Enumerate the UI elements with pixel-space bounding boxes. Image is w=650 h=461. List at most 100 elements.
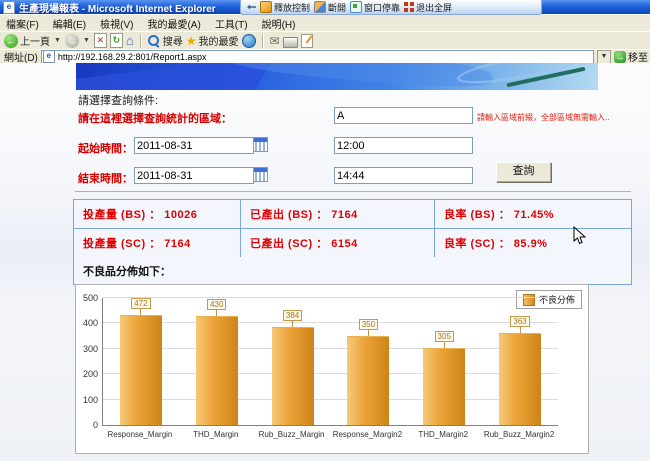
chart-plot: 472 430 384 350 305 363 xyxy=(102,297,558,426)
toolbar-separator xyxy=(261,33,264,48)
window-dock-icon xyxy=(350,1,363,13)
bar-group: 350 xyxy=(330,298,406,425)
menu-item[interactable]: 檔案(F) xyxy=(6,16,39,31)
banner-shape xyxy=(76,63,276,90)
query-button[interactable]: 查詢 xyxy=(496,162,551,182)
remote-toolbar: 釋放控制 斷開 窗口停靠 退出全屏 xyxy=(240,0,542,15)
start-date-input[interactable] xyxy=(134,137,254,154)
bar-value-label: 430 xyxy=(207,298,227,310)
go-button[interactable]: → 移至 xyxy=(614,49,650,64)
ie-page-icon: e xyxy=(3,0,15,14)
bar xyxy=(271,327,314,425)
region-hint: 請輸入區域前綴，全部區域無需輸入.. xyxy=(477,113,610,122)
home-icon[interactable]: ⌂ xyxy=(126,34,134,47)
bar-group: 363 xyxy=(482,298,558,425)
address-input[interactable]: e http://192.168.29.2:801/Report1.aspx xyxy=(40,49,594,64)
bar-group: 384 xyxy=(255,298,331,425)
go-label: 移至 xyxy=(628,53,648,64)
stats-cell: 已產出 (SC) ： 6154 xyxy=(241,229,435,257)
ie-toolbar: ← 上一頁 ▼ → ▼ ✕ ↻ ⌂ 搜尋 ★ 我的最愛 ✉ xyxy=(0,31,650,49)
back-button[interactable]: ← 上一頁 xyxy=(4,33,50,48)
bar-value-label: 350 xyxy=(358,319,379,331)
menu-bar: 檔案(F) 編輯(E) 檢視(V) 我的最愛(A) 工具(T) 說明(H) xyxy=(0,14,650,31)
defect-chart: 不良分佈 0 100 200 300 400 500 472 430 384 350 305 363… xyxy=(75,284,589,454)
exit-fullscreen-icon xyxy=(404,2,409,6)
stop-icon[interactable]: ✕ xyxy=(93,33,107,48)
stats-cell: 投產量 (BS) ： 10026 xyxy=(74,200,241,228)
bar xyxy=(347,336,390,425)
y-tick-label: 200 xyxy=(82,369,98,380)
menu-item[interactable]: 工具(T) xyxy=(215,16,248,31)
x-tick-label: THD_Margin2 xyxy=(418,430,469,439)
divider xyxy=(75,191,631,192)
edit-icon[interactable] xyxy=(300,33,313,48)
bar xyxy=(423,347,466,425)
favorites-star-icon: ★ xyxy=(185,33,197,48)
mail-icon[interactable]: ✉ xyxy=(270,35,280,47)
forward-dropdown-icon[interactable]: ▼ xyxy=(83,37,90,44)
bar xyxy=(195,315,238,425)
menu-item[interactable]: 我的最愛(A) xyxy=(147,16,200,31)
x-tick-label: Rub_Buzz_Margin2 xyxy=(483,430,555,439)
table-row: 投產量 (SC) ： 7164 已產出 (SC) ： 6154 良率 (SC) ： … xyxy=(74,229,631,257)
y-tick-label: 0 xyxy=(92,420,98,430)
refresh-icon[interactable]: ↻ xyxy=(109,33,123,48)
defect-distribution-header: 不良品分佈如下： xyxy=(83,266,171,278)
release-control-icon xyxy=(260,1,272,13)
back-dropdown-icon[interactable]: ▼ xyxy=(54,37,61,44)
y-tick-label: 100 xyxy=(82,394,98,405)
banner-image xyxy=(76,63,598,90)
stats-cell: 已產出 (BS) ： 7164 xyxy=(241,200,435,228)
favorites-label: 我的最愛 xyxy=(198,37,239,48)
search-icon xyxy=(147,35,159,46)
window-dock-label: 窗口停靠 xyxy=(364,2,401,13)
bar-group: 305 xyxy=(406,298,482,425)
bar-value-label: 305 xyxy=(434,330,454,342)
x-tick-label: Rub_Buzz_Margin xyxy=(258,430,325,439)
bar xyxy=(499,332,542,425)
start-time-label: 起始時間： xyxy=(78,143,133,155)
x-tick-label: Response_Margin xyxy=(107,430,173,439)
end-date-input[interactable] xyxy=(134,167,254,184)
back-icon: ← xyxy=(4,33,18,48)
stats-cell: 良率 (SC) ： 85.9% xyxy=(444,238,548,250)
y-tick-label: 500 xyxy=(82,293,98,303)
end-time-input[interactable] xyxy=(334,167,473,184)
back-label: 上一頁 xyxy=(20,37,50,48)
region-label: 請在這裡選擇查詢統計的區域： xyxy=(78,113,232,125)
mouse-cursor xyxy=(573,226,586,245)
page-content: 請選擇查詢條件: 請在這裡選擇查詢統計的區域： 請輸入區域前綴，全部區域無需輸入… xyxy=(0,63,650,461)
exit-fullscreen-button[interactable]: 退出全屏 xyxy=(404,1,452,14)
go-arrow-icon: → xyxy=(614,50,626,63)
table-row: 不良品分佈如下： xyxy=(74,257,631,284)
address-label: 網址(D) xyxy=(4,53,38,64)
stats-cell: 良率 (BS) ： 71.45% xyxy=(444,209,555,221)
stats-cell: 投產量 (SC) ： 7164 xyxy=(74,229,241,257)
menu-item[interactable]: 編輯(E) xyxy=(53,16,86,31)
window-title: 生產現場報表 - Microsoft Internet Explorer xyxy=(19,3,216,15)
window-dock-button[interactable]: 窗口停靠 xyxy=(350,1,400,14)
query-conditions-prompt: 請選擇查詢條件: xyxy=(78,95,159,107)
bar-group: 472 xyxy=(103,298,179,425)
forward-button[interactable]: → xyxy=(64,33,79,48)
search-button[interactable]: 搜尋 xyxy=(147,33,183,48)
favorites-button[interactable]: ★ 我的最愛 xyxy=(185,33,239,49)
start-calendar-icon[interactable] xyxy=(253,137,268,152)
pin-icon[interactable] xyxy=(247,4,256,10)
release-control-button[interactable]: 釋放控制 xyxy=(260,1,310,14)
start-time-input[interactable] xyxy=(334,137,473,154)
release-control-label: 釋放控制 xyxy=(274,2,311,13)
address-dropdown-icon[interactable]: ▼ xyxy=(597,49,611,64)
y-tick-label: 300 xyxy=(82,343,98,354)
forward-icon: → xyxy=(64,33,79,48)
disconnect-button[interactable]: 斷開 xyxy=(314,1,346,14)
region-input[interactable] xyxy=(334,107,473,124)
print-icon[interactable] xyxy=(282,36,298,48)
address-bar: 網址(D) e http://192.168.29.2:801/Report1.… xyxy=(0,49,650,64)
end-calendar-icon[interactable] xyxy=(253,167,268,182)
history-icon[interactable] xyxy=(241,33,256,48)
bar xyxy=(119,314,162,425)
menu-item[interactable]: 檢視(V) xyxy=(100,16,133,31)
end-time-label: 結束時間： xyxy=(78,173,133,185)
menu-item[interactable]: 說明(H) xyxy=(262,16,296,31)
